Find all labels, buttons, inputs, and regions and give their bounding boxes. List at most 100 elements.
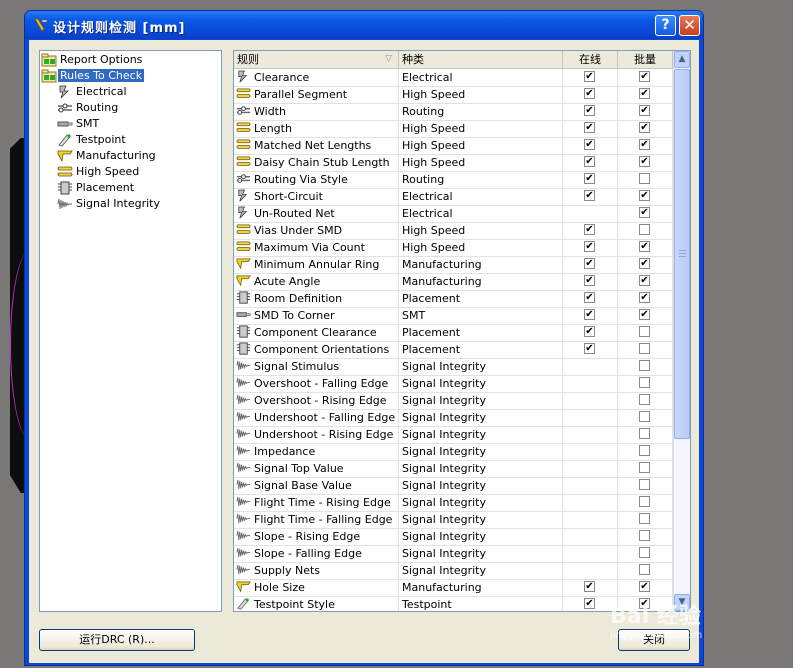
online-checkbox[interactable]: ✔	[584, 190, 595, 201]
column-header-batch[interactable]: 批量	[618, 51, 673, 68]
table-row[interactable]: Hole Size Manufacturing ✔ ✔	[234, 579, 673, 597]
batch-checkbox[interactable]	[639, 547, 650, 558]
table-row[interactable]: Component Orientations Placement ✔	[234, 341, 673, 359]
table-row[interactable]: Vias Under SMD High Speed ✔	[234, 222, 673, 240]
close-window-button[interactable]: ✕	[679, 15, 700, 36]
table-row[interactable]: Clearance Electrical ✔ ✔	[234, 69, 673, 87]
online-checkbox[interactable]: ✔	[584, 122, 595, 133]
table-row[interactable]: Slope - Falling Edge Signal Integrity	[234, 545, 673, 563]
batch-checkbox[interactable]: ✔	[639, 139, 650, 150]
table-row[interactable]: Maximum Via Count High Speed ✔ ✔	[234, 239, 673, 257]
batch-checkbox[interactable]	[639, 173, 650, 184]
online-checkbox[interactable]: ✔	[584, 309, 595, 320]
title-bar[interactable]: 设计规则检测 [mm] ? ✕	[25, 11, 703, 39]
tree-item-rules-to-check[interactable]: Rules To Check	[41, 68, 145, 84]
online-checkbox[interactable]: ✔	[584, 258, 595, 269]
table-row[interactable]: Width Routing ✔ ✔	[234, 103, 673, 121]
table-row[interactable]: Component Clearance Placement ✔	[234, 324, 673, 342]
scroll-thumb[interactable]	[674, 69, 690, 439]
batch-checkbox[interactable]	[639, 343, 650, 354]
online-checkbox[interactable]: ✔	[584, 105, 595, 116]
table-row[interactable]: Impedance Signal Integrity	[234, 443, 673, 461]
table-row[interactable]: Short-Circuit Electrical ✔ ✔	[234, 188, 673, 206]
table-row[interactable]: Minimum Annular Ring Manufacturing ✔ ✔	[234, 256, 673, 274]
batch-checkbox[interactable]: ✔	[639, 122, 650, 133]
batch-checkbox[interactable]	[639, 224, 650, 235]
table-row[interactable]: Routing Via Style Routing ✔	[234, 171, 673, 189]
table-row[interactable]: Overshoot - Falling Edge Signal Integrity	[234, 375, 673, 393]
column-header-category[interactable]: 种类	[399, 51, 563, 68]
table-row[interactable]: Signal Top Value Signal Integrity	[234, 460, 673, 478]
tree-item-manufacturing[interactable]: Manufacturing	[57, 148, 158, 164]
batch-checkbox[interactable]: ✔	[639, 241, 650, 252]
batch-checkbox[interactable]	[639, 530, 650, 541]
batch-checkbox[interactable]: ✔	[639, 207, 650, 218]
online-checkbox[interactable]: ✔	[584, 343, 595, 354]
batch-checkbox[interactable]	[639, 360, 650, 371]
online-checkbox[interactable]: ✔	[584, 326, 595, 337]
batch-checkbox[interactable]	[639, 462, 650, 473]
tree-item-report-options[interactable]: Report Options	[41, 52, 144, 68]
column-header-online[interactable]: 在线	[563, 51, 618, 68]
tree-item-routing[interactable]: Routing	[57, 100, 120, 116]
batch-checkbox[interactable]: ✔	[639, 71, 650, 82]
table-row[interactable]: Testpoint Style Testpoint ✔ ✔	[234, 596, 673, 611]
batch-checkbox[interactable]	[639, 428, 650, 439]
batch-checkbox[interactable]	[639, 479, 650, 490]
online-checkbox[interactable]: ✔	[584, 292, 595, 303]
batch-checkbox[interactable]	[639, 445, 650, 456]
table-row[interactable]: Signal Base Value Signal Integrity	[234, 477, 673, 495]
batch-checkbox[interactable]: ✔	[639, 190, 650, 201]
tree-item-signal-integrity[interactable]: Signal Integrity	[57, 196, 162, 212]
batch-checkbox[interactable]: ✔	[639, 581, 650, 592]
tree-item-electrical[interactable]: Electrical	[57, 84, 129, 100]
online-checkbox[interactable]: ✔	[584, 581, 595, 592]
online-checkbox[interactable]: ✔	[584, 241, 595, 252]
table-row[interactable]: Slope - Rising Edge Signal Integrity	[234, 528, 673, 546]
batch-checkbox[interactable]	[639, 496, 650, 507]
table-row[interactable]: Room Definition Placement ✔ ✔	[234, 290, 673, 308]
batch-checkbox[interactable]: ✔	[639, 309, 650, 320]
help-button[interactable]: ?	[655, 15, 676, 36]
online-checkbox[interactable]: ✔	[584, 71, 595, 82]
batch-checkbox[interactable]	[639, 513, 650, 524]
online-checkbox[interactable]: ✔	[584, 88, 595, 99]
batch-checkbox[interactable]: ✔	[639, 258, 650, 269]
scroll-up-button[interactable]: ▲	[674, 51, 690, 68]
table-row[interactable]: Parallel Segment High Speed ✔ ✔	[234, 86, 673, 104]
column-header-rule[interactable]: 规则 ▽	[234, 51, 399, 68]
batch-checkbox[interactable]	[639, 411, 650, 422]
table-row[interactable]: Flight Time - Falling Edge Signal Integri…	[234, 511, 673, 529]
table-row[interactable]: Daisy Chain Stub Length High Speed ✔ ✔	[234, 154, 673, 172]
online-checkbox[interactable]: ✔	[584, 598, 595, 609]
online-checkbox[interactable]: ✔	[584, 139, 595, 150]
table-row[interactable]: Undershoot - Rising Edge Signal Integrity	[234, 426, 673, 444]
table-row[interactable]: Acute Angle Manufacturing ✔ ✔	[234, 273, 673, 291]
table-row[interactable]: Un-Routed Net Electrical ✔	[234, 205, 673, 223]
batch-checkbox[interactable]: ✔	[639, 156, 650, 167]
table-row[interactable]: Matched Net Lengths High Speed ✔ ✔	[234, 137, 673, 155]
table-row[interactable]: Signal Stimulus Signal Integrity	[234, 358, 673, 376]
table-row[interactable]: Undershoot - Falling Edge Signal Integrit…	[234, 409, 673, 427]
batch-checkbox[interactable]	[639, 394, 650, 405]
online-checkbox[interactable]: ✔	[584, 224, 595, 235]
batch-checkbox[interactable]: ✔	[639, 275, 650, 286]
table-row[interactable]: Overshoot - Rising Edge Signal Integrity	[234, 392, 673, 410]
run-drc-button[interactable]: 运行DRC (R)...	[39, 629, 195, 651]
batch-checkbox[interactable]: ✔	[639, 292, 650, 303]
table-row[interactable]: SMD To Corner SMT ✔ ✔	[234, 307, 673, 325]
online-checkbox[interactable]: ✔	[584, 275, 595, 286]
table-row[interactable]: Flight Time - Rising Edge Signal Integrit…	[234, 494, 673, 512]
tree-item-placement[interactable]: Placement	[57, 180, 136, 196]
online-checkbox[interactable]: ✔	[584, 156, 595, 167]
online-checkbox[interactable]: ✔	[584, 173, 595, 184]
batch-checkbox[interactable]	[639, 564, 650, 575]
table-row[interactable]: Supply Nets Signal Integrity	[234, 562, 673, 580]
vertical-scrollbar[interactable]: ▲ ▼	[673, 51, 690, 611]
tree-item-smt[interactable]: SMT	[57, 116, 101, 132]
table-row[interactable]: Length High Speed ✔ ✔	[234, 120, 673, 138]
batch-checkbox[interactable]: ✔	[639, 88, 650, 99]
tree-item-testpoint[interactable]: Testpoint	[57, 132, 128, 148]
batch-checkbox[interactable]	[639, 377, 650, 388]
batch-checkbox[interactable]: ✔	[639, 105, 650, 116]
